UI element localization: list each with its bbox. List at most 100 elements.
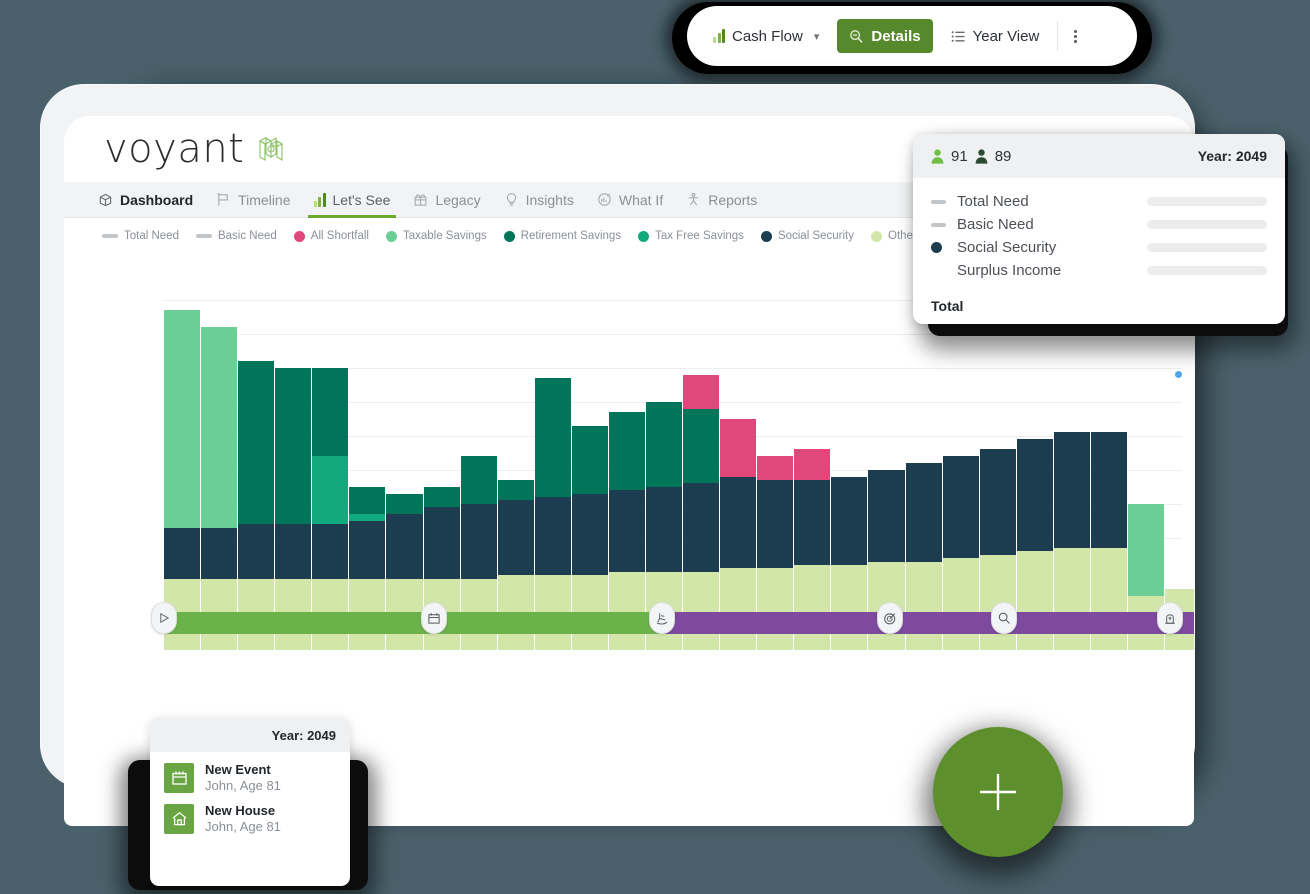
age-secondary: 89: [994, 147, 1012, 165]
chart-type-selector[interactable]: Cash Flow ▾: [701, 19, 832, 53]
kebab-menu-icon[interactable]: [1064, 29, 1087, 43]
chart-bar[interactable]: [312, 310, 349, 650]
add-button[interactable]: [933, 727, 1063, 857]
event-list-item[interactable]: New House John, Age 81: [150, 793, 350, 834]
details-button[interactable]: Details: [837, 19, 933, 53]
bar-segment-social-security: [312, 524, 349, 579]
event-list-item[interactable]: New Event John, Age 81: [150, 752, 350, 793]
legend-item[interactable]: Retirement Savings: [503, 230, 621, 242]
chart-bar[interactable]: [831, 310, 868, 650]
chart-bar[interactable]: [571, 310, 608, 650]
timeline-marker-magnifier[interactable]: [990, 602, 1017, 634]
tooltip-row-marker: [931, 242, 957, 253]
bar-segment-social-security: [979, 449, 1016, 555]
bar-segment-other-income: [942, 558, 979, 650]
legend-item[interactable]: Tax Free Savings: [638, 230, 744, 242]
bar-segment-social-security: [386, 514, 423, 579]
timeline-marker-play[interactable]: [151, 602, 177, 634]
chart-bar[interactable]: [497, 310, 534, 650]
tooltip-row-value-placeholder: [1147, 220, 1267, 229]
legend-item[interactable]: Basic Need: [195, 230, 277, 242]
legend-item[interactable]: Total Need: [102, 230, 179, 242]
chart-bar[interactable]: [460, 310, 497, 650]
nav-tab-legacy[interactable]: Legacy: [403, 182, 490, 218]
bar-segment-tax-free-savings: [349, 514, 386, 521]
tooltip-row-value-placeholder: [1147, 243, 1267, 252]
bar-segment-social-security: [238, 524, 275, 579]
toolbar-divider: [1057, 21, 1059, 51]
chart-bar[interactable]: [979, 310, 1016, 650]
chart-bar[interactable]: [534, 310, 571, 650]
bar-segment-other-income: [757, 568, 794, 650]
timeline-marker-calendar[interactable]: [420, 602, 447, 634]
timeline-marker-rocking-chair[interactable]: [648, 602, 675, 634]
nav-tab-dashboard[interactable]: Dashboard: [88, 182, 203, 218]
chart-type-label: Cash Flow: [732, 27, 803, 45]
legend-label: Social Security: [777, 230, 854, 242]
chart-bar[interactable]: [349, 310, 386, 650]
bar-segment-retirement-savings: [608, 412, 646, 491]
person-icon: [975, 148, 988, 164]
bar-segment-retirement-savings: [312, 367, 349, 457]
nav-tab-timeline[interactable]: Timeline: [206, 182, 300, 218]
chart-bar[interactable]: [1128, 310, 1165, 650]
chart-bar[interactable]: [868, 310, 905, 650]
chart-bar[interactable]: [608, 310, 646, 650]
chart-bar[interactable]: [794, 310, 831, 650]
chart-bar[interactable]: [201, 310, 238, 650]
chart-bar[interactable]: [1053, 310, 1090, 650]
chart-bar[interactable]: [905, 310, 942, 650]
tooltip-header: 91 89 Year: 2049: [913, 134, 1285, 178]
bar-segment-retirement-savings: [534, 378, 571, 498]
chart-bar[interactable]: [646, 310, 683, 650]
chart-bar[interactable]: [164, 310, 201, 650]
tooltip-row-label: Basic Need: [957, 216, 1034, 233]
chart-bar[interactable]: [1016, 310, 1053, 650]
legend-dash-icon: [931, 199, 946, 204]
bar-segment-tax-free-savings: [312, 456, 349, 525]
chart-bar[interactable]: [720, 310, 757, 650]
tooltip-row: Total Need: [931, 190, 1267, 213]
bar-segment-social-security: [423, 507, 460, 579]
nav-tab-insights[interactable]: Insights: [494, 182, 584, 218]
chart-bar[interactable]: [386, 310, 423, 650]
person-icon: [931, 148, 944, 164]
legend-item[interactable]: All Shortfall: [293, 230, 369, 242]
nav-tab-reports[interactable]: Reports: [676, 182, 767, 218]
legend-dash-icon: [195, 234, 212, 238]
year-view-button[interactable]: Year View: [938, 19, 1052, 53]
bar-chart-icon: [713, 29, 725, 43]
chart-bar[interactable]: [1090, 310, 1128, 650]
nav-tab-label: What If: [618, 191, 664, 208]
tooltip-rows: Total Need Basic Need Social Security Surpl…: [913, 178, 1285, 282]
tooltip-row-label: Surplus Income: [957, 262, 1062, 279]
legend-dot-icon: [385, 230, 397, 242]
legend-item[interactable]: Social Security: [760, 230, 854, 242]
timeline-marker-target[interactable]: [876, 602, 903, 634]
events-list: New Event John, Age 81 New House John, Age …: [150, 752, 350, 834]
chart-bar[interactable]: [1165, 310, 1194, 650]
bar-segment-retirement-savings: [275, 367, 312, 525]
nav-tab-what-if[interactable]: What If: [587, 182, 673, 218]
chart-bar[interactable]: [238, 310, 275, 650]
selected-point-dot[interactable]: [1175, 371, 1182, 378]
chart-bar[interactable]: [942, 310, 979, 650]
bar-segment-all-shortfall: [683, 374, 720, 409]
chart-bar[interactable]: [423, 310, 460, 650]
bar-segment-other-income: [905, 561, 942, 650]
chart-bar[interactable]: [683, 310, 720, 650]
bar-segment-retirement-savings: [349, 486, 386, 515]
timeline-marker-tombstone[interactable]: [1156, 602, 1183, 634]
chart-bar[interactable]: [275, 310, 312, 650]
event-title: New House: [205, 803, 276, 818]
bar-segment-other-income: [1053, 548, 1090, 650]
nav-tab-label: Timeline: [238, 191, 291, 208]
nav-tab-lets-see[interactable]: Let's See: [304, 182, 401, 218]
timeline-strip[interactable]: [151, 602, 1194, 634]
legend-dot-icon: [293, 230, 305, 242]
legend-item[interactable]: Taxable Savings: [385, 230, 487, 242]
tooltip-year-label: Year: 2049: [1197, 148, 1267, 164]
tooltip-row: Surplus Income: [931, 259, 1267, 282]
tooltip-row: Basic Need: [931, 213, 1267, 236]
chart-bar[interactable]: [757, 310, 794, 650]
